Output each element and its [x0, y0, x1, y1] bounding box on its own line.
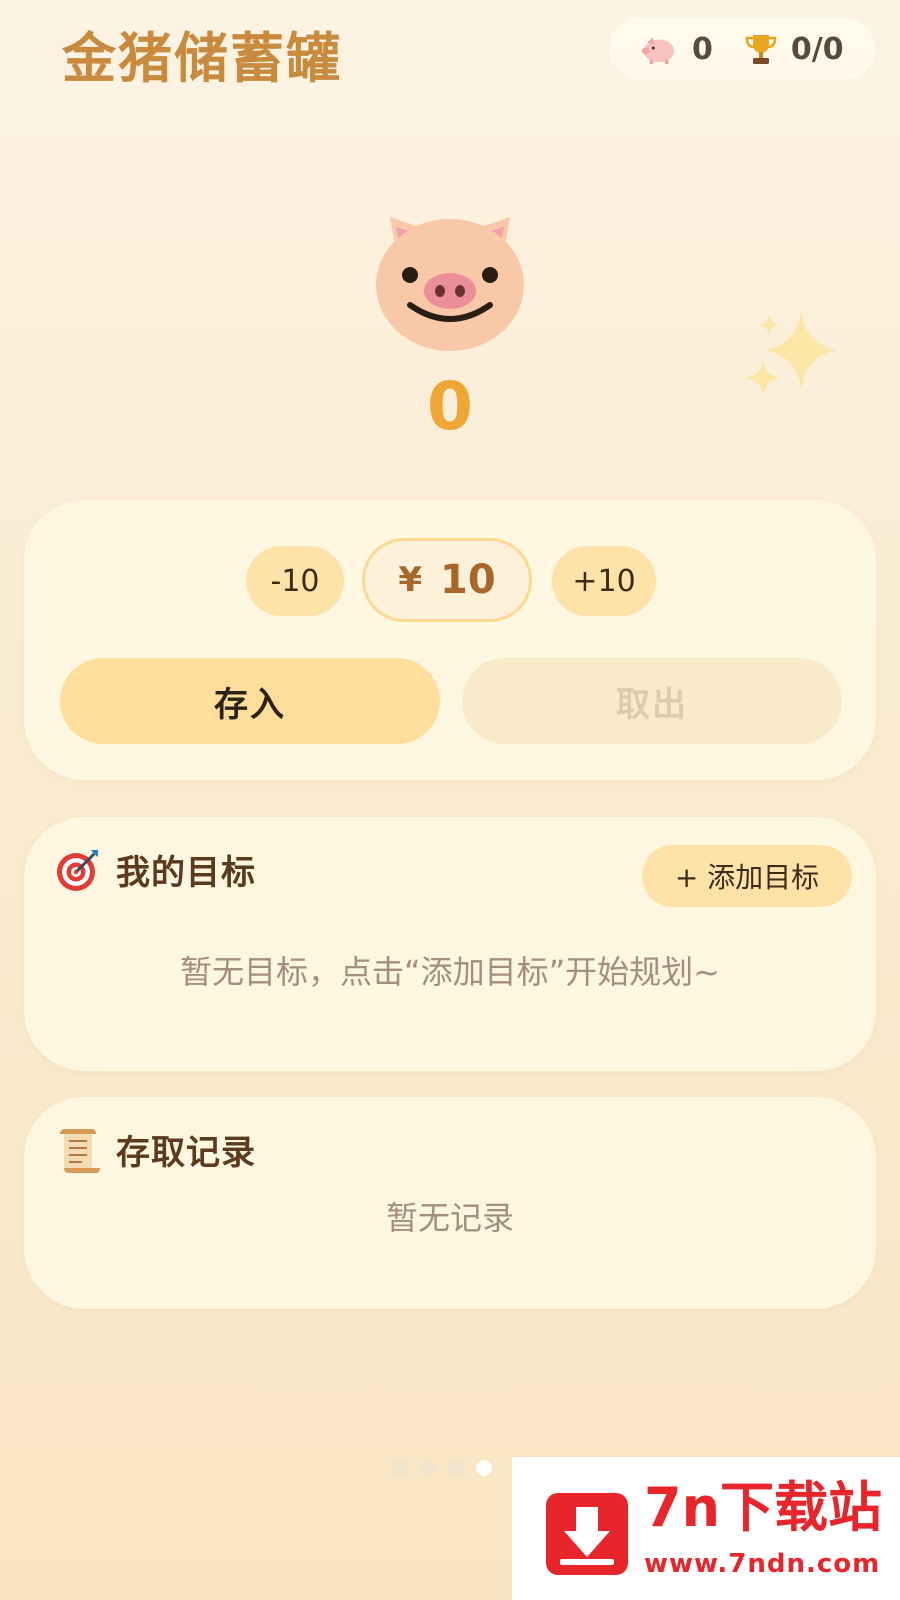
trophy-icon	[745, 35, 777, 64]
watermark-title: 7n下载站	[644, 1476, 883, 1539]
watermark-url: www.7ndn.com	[644, 1549, 881, 1579]
app-title: 金猪储蓄罐	[62, 27, 342, 90]
scroll-icon	[60, 1128, 100, 1173]
goals-title: 我的目标	[116, 853, 256, 893]
page-indicator	[392, 1460, 492, 1476]
pig-icon	[641, 37, 675, 65]
decrease-amount-button[interactable]: -10	[246, 546, 344, 616]
deposit-button[interactable]: 存入	[60, 658, 440, 744]
pig-count: 0	[692, 31, 713, 67]
amount-row: -10 ¥ 10 +10	[24, 538, 876, 622]
records-header: 存取记录	[54, 1125, 256, 1174]
page-dot[interactable]	[420, 1460, 436, 1476]
balance-value: 0	[427, 368, 473, 445]
add-goal-button[interactable]: + 添加目标	[642, 845, 852, 907]
amount-value: 10	[440, 557, 496, 603]
records-empty-text: 暂无记录	[385, 1199, 514, 1237]
page-dot[interactable]	[392, 1460, 408, 1476]
savings-operations-card: -10 ¥ 10 +10 存入 取出	[24, 500, 876, 780]
trophy-progress: 0/0	[790, 31, 844, 67]
page-dot[interactable]	[448, 1460, 464, 1476]
goals-empty-text: 暂无目标，点击“添加目标”开始规划~	[180, 953, 720, 991]
records-card: 存取记录 暂无记录	[24, 1097, 876, 1309]
pig-face-icon	[376, 217, 524, 351]
target-icon	[57, 849, 98, 891]
goals-card: 我的目标 + 添加目标 暂无目标，点击“添加目标”开始规划~	[24, 817, 876, 1071]
watermark-logo	[546, 1493, 628, 1575]
watermark: 7n下载站 www.7ndn.com	[512, 1457, 900, 1600]
records-title: 存取记录	[116, 1133, 256, 1173]
stats-pill: 0 0/0	[610, 18, 875, 80]
page-dot[interactable]	[476, 1460, 492, 1476]
increase-amount-button[interactable]: +10	[552, 546, 656, 616]
withdraw-button[interactable]: 取出	[462, 658, 842, 744]
goals-header: 我的目标	[54, 845, 256, 894]
currency-symbol: ¥	[398, 560, 422, 600]
download-arrow-icon	[560, 1507, 614, 1565]
amount-field[interactable]: ¥ 10	[362, 538, 532, 622]
